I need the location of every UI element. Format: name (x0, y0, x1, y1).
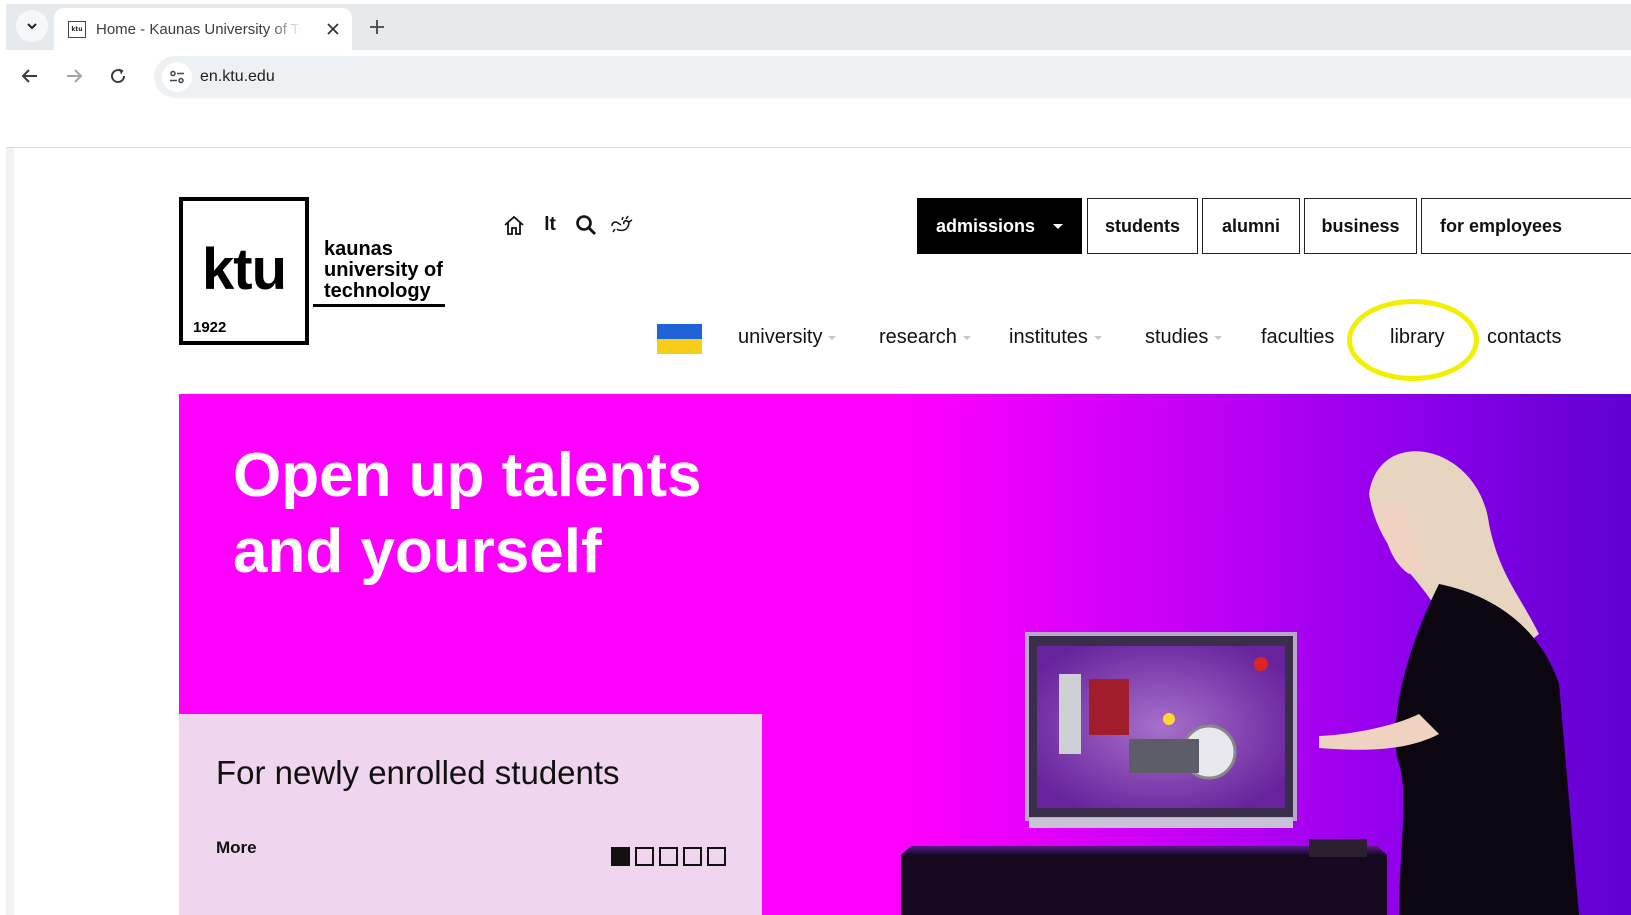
flag-blue-stripe (657, 324, 702, 339)
admissions-button[interactable]: admissions (917, 198, 1082, 254)
hero-console (1309, 839, 1367, 857)
slide-dot-3[interactable] (659, 847, 678, 866)
menu-label: studies (1145, 326, 1209, 348)
chevron-down-icon (1093, 335, 1102, 340)
logo-underline (313, 304, 445, 307)
home-link[interactable] (501, 211, 527, 239)
promo-card[interactable]: For newly enrolled students More (179, 714, 762, 915)
hero-person-body (1395, 584, 1579, 915)
browser-tab[interactable]: ktu Home - Kaunas University of Technolo… (54, 8, 352, 50)
reload-button[interactable] (102, 60, 134, 92)
tab-title: Home - Kaunas University of Technology (96, 21, 301, 38)
hero-table (901, 855, 1387, 915)
slide-dot-2[interactable] (635, 847, 654, 866)
tab-close-button[interactable] (322, 18, 344, 40)
flag-yellow-stripe (657, 339, 702, 354)
toolbar-divider (6, 147, 1631, 148)
menu-label: research (879, 326, 957, 348)
chevron-down-icon (1053, 223, 1064, 229)
tab-list-icon (27, 23, 37, 30)
favicon-icon: ktu (68, 21, 86, 38)
home-icon (504, 215, 524, 235)
chevron-down-icon (828, 335, 837, 340)
back-arrow-icon (21, 69, 37, 83)
menu-label: institutes (1009, 326, 1088, 348)
sign-language-link[interactable] (609, 211, 635, 239)
logo-name-line: technology (324, 280, 431, 302)
menu-university[interactable]: university (738, 326, 837, 349)
forward-button[interactable] (58, 60, 90, 92)
utility-nav: lt (501, 210, 635, 240)
logo-year: 1922 (193, 319, 227, 336)
hero-photo (901, 451, 1579, 915)
library-highlight-circle (1347, 299, 1479, 381)
slide-dot-5[interactable] (707, 847, 726, 866)
web-page: ktu 1922 kaunas university of technology… (14, 150, 1631, 915)
hero-machine-base (1029, 818, 1293, 828)
menu-studies[interactable]: studies (1145, 326, 1223, 349)
reload-icon (111, 68, 126, 84)
plus-icon (370, 20, 384, 34)
back-button[interactable] (14, 60, 46, 92)
ktu-logo[interactable]: ktu 1922 (179, 197, 309, 345)
hero-device-grey (1059, 674, 1081, 754)
chevron-down-icon (1214, 335, 1223, 340)
hero-indicator-yellow (1163, 713, 1175, 725)
logo-mark: ktu (202, 237, 287, 302)
tab-strip: ktu Home - Kaunas University of Technolo… (6, 4, 1631, 50)
menu-faculties[interactable]: faculties (1261, 326, 1334, 349)
forward-arrow-icon (67, 69, 83, 83)
site-info-icon (170, 70, 184, 84)
logo-name[interactable]: kaunas university of technology (324, 239, 443, 302)
students-button[interactable]: students (1087, 198, 1198, 254)
browser-window: ktu Home - Kaunas University of Technolo… (0, 0, 1631, 915)
menu-label: university (738, 326, 823, 348)
admissions-label: admissions (935, 215, 1036, 236)
url-text[interactable]: en.ktu.edu (200, 68, 275, 86)
hero-title-line: Open up talents (233, 441, 702, 510)
business-button[interactable]: business (1304, 198, 1417, 254)
alumni-button[interactable]: alumni (1202, 198, 1300, 254)
search-icon (576, 215, 596, 235)
for-employees-button[interactable]: for employees (1421, 198, 1631, 254)
menu-contacts[interactable]: contacts (1487, 326, 1561, 349)
hero-title-line: and yourself (233, 517, 602, 586)
slide-indicators (611, 847, 726, 866)
page-gutter (6, 148, 14, 915)
close-icon (327, 23, 339, 35)
hero-indicator-red (1254, 657, 1268, 671)
tab-list-button[interactable] (16, 10, 48, 42)
hero-device-rail (1129, 739, 1199, 773)
slide-dot-4[interactable] (683, 847, 702, 866)
promo-title[interactable]: For newly enrolled students (216, 754, 620, 792)
logo-name-line: kaunas (324, 238, 393, 260)
hero-banner: Open up talents and yourself For newly e… (179, 394, 1631, 915)
sign-language-icon (611, 215, 633, 233)
address-bar[interactable]: en.ktu.edu (154, 56, 1631, 98)
ukraine-flag-icon[interactable] (657, 324, 702, 354)
chevron-down-icon (962, 335, 971, 340)
new-tab-button[interactable] (362, 12, 392, 42)
site-info-button[interactable] (162, 62, 192, 92)
hero-device-red (1089, 679, 1129, 735)
promo-more-link[interactable]: More (216, 838, 257, 858)
logo-name-line: university of (324, 259, 443, 281)
menu-research[interactable]: research (879, 326, 971, 349)
slide-dot-1[interactable] (611, 847, 630, 866)
browser-toolbar: en.ktu.edu (6, 50, 1631, 104)
menu-institutes[interactable]: institutes (1009, 326, 1102, 349)
search-button[interactable] (573, 211, 599, 239)
hero-title: Open up talents and yourself (233, 438, 701, 590)
language-switch-lt[interactable]: lt (537, 211, 563, 239)
